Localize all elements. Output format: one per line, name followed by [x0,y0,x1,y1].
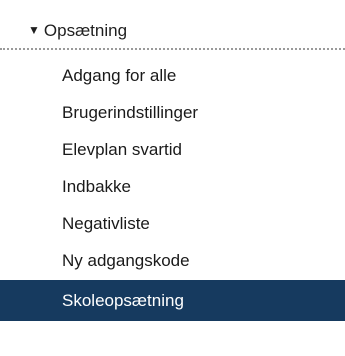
dotted-divider [0,48,345,50]
menu-item-label: Negativliste [62,213,150,233]
menu-item-label: Adgang for alle [62,65,177,85]
menu-item-label: Indbakke [62,176,131,196]
section-title: Opsætning [43,21,128,40]
menu-item-label: Skoleopsætning [62,290,184,310]
menu-item-negativliste[interactable]: Negativliste [0,205,345,242]
caret-down-icon: ▼ [28,23,40,37]
menu-item-ny-adgangskode[interactable]: Ny adgangskode [0,242,345,279]
menu-items-list: Adgang for alle Brugerindstillinger Elev… [0,57,345,321]
section-header-opsaetning[interactable]: ▼ Opsætning [28,17,127,45]
menu-item-elevplan-svartid[interactable]: Elevplan svartid [0,131,345,168]
menu-item-label: Ny adgangskode [62,250,190,270]
menu-item-label: Elevplan svartid [62,139,183,159]
settings-menu: ▼ Opsætning Adgang for alle Brugerindsti… [0,0,345,356]
menu-item-adgang-for-alle[interactable]: Adgang for alle [0,57,345,94]
menu-item-skoleopsaetning[interactable]: Skoleopsætning [0,280,345,321]
menu-item-label: Brugerindstillinger [62,102,199,122]
menu-item-indbakke[interactable]: Indbakke [0,168,345,205]
menu-item-brugerindstillinger[interactable]: Brugerindstillinger [0,94,345,131]
